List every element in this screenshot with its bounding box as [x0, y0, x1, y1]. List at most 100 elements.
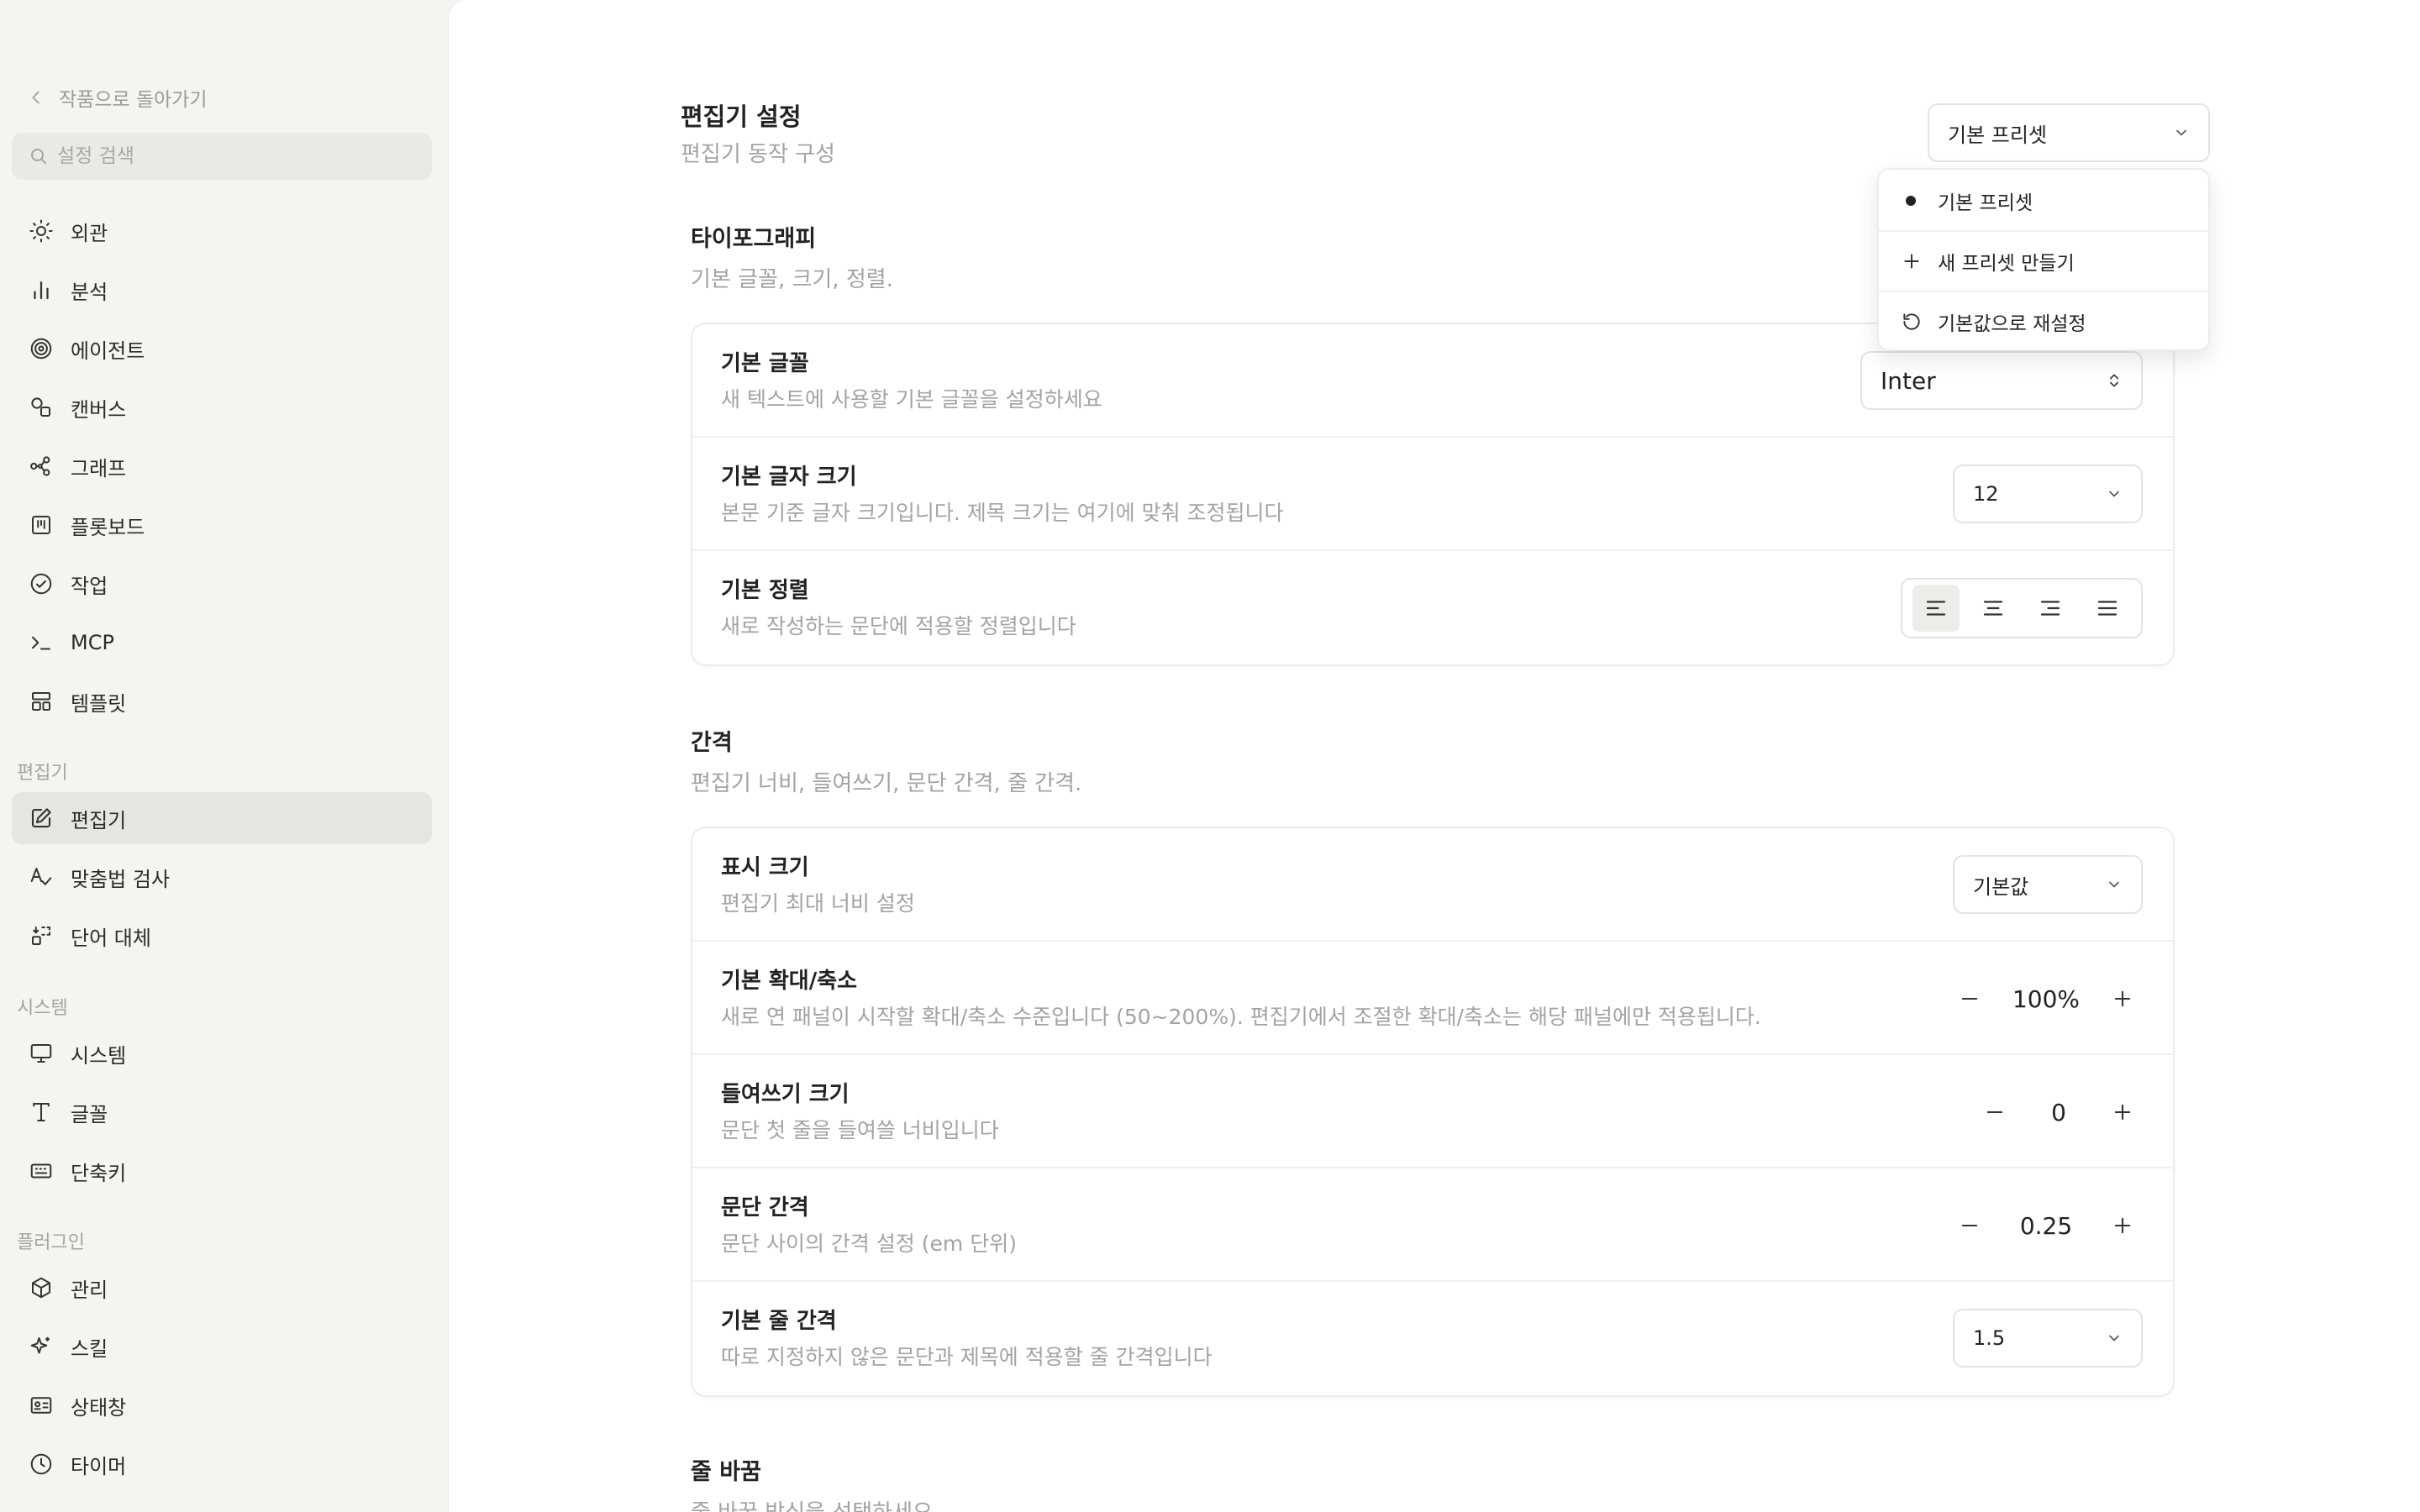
indent-increase-button[interactable] [2106, 1095, 2139, 1129]
search-input[interactable] [57, 145, 410, 167]
alignment-toggle-group [1901, 578, 2143, 638]
sidebar-item-mcp[interactable]: MCP [12, 617, 432, 669]
graph-icon [30, 456, 50, 476]
sidebar-item-label: 시스템 [71, 1043, 127, 1068]
sidebar-item-label: 캔버스 [71, 397, 127, 422]
paragraph-spacing-increase-button[interactable] [2106, 1209, 2139, 1242]
sidebar-item-label: 외관 [71, 221, 108, 245]
setting-row-line-spacing: 기본 줄 간격 따로 지정하지 않은 문단과 제목에 적용할 줄 간격입니다 1… [692, 1282, 2173, 1395]
sidebar-item-label: 그래프 [71, 456, 127, 480]
settings-window: 작품으로 돌아가기 외관 분석 에이전트 캔버스 그래프 플롯 [0, 0, 2420, 1512]
sidebar-item-editor[interactable]: 편집기 [12, 792, 432, 844]
sidebar-item-fonts[interactable]: 글꼴 [12, 1086, 432, 1138]
setting-row-font-size: 기본 글자 크기 본문 기준 글자 크기입니다. 제목 크기는 여기에 맞춰 조… [692, 438, 2173, 551]
line-spacing-select[interactable]: 1.5 [1953, 1309, 2143, 1368]
sidebar-item-spellcheck[interactable]: 맞춤법 검사 [12, 851, 432, 903]
sidebar-item-shortcuts[interactable]: 단축키 [12, 1145, 432, 1197]
sidebar-item-graph[interactable]: 그래프 [12, 440, 432, 492]
sidebar-item-agents[interactable]: 에이전트 [12, 323, 432, 375]
sidebar-item-label: 타이머 [71, 1454, 127, 1478]
paragraph-spacing-stepper: 0.25 [1953, 1202, 2139, 1249]
sidebar-item-canvas[interactable]: 캔버스 [12, 381, 432, 433]
sidebar-item-tasks[interactable]: 작업 [12, 558, 432, 610]
sidebar-item-appearance[interactable]: 외관 [12, 205, 432, 257]
zoom-decrease-button[interactable] [1953, 982, 1986, 1016]
sidebar-item-analytics[interactable]: 분석 [12, 264, 432, 316]
zoom-stepper: 100% [1953, 975, 2139, 1022]
align-left-button[interactable] [1912, 585, 1960, 632]
section-label-editor: 편집기 [17, 763, 68, 784]
setting-title: 표시 크기 [721, 855, 809, 880]
setting-description: 문단 사이의 간격 설정 (em 단위) [721, 1231, 1017, 1256]
page-subtitle: 편집기 동작 구성 [681, 142, 835, 167]
sidebar-item-statusbar[interactable]: 상태창 [12, 1379, 432, 1431]
clock-icon [30, 1453, 52, 1475]
align-left-icon [1926, 601, 1946, 616]
sidebar-item-timer[interactable]: 타이머 [12, 1438, 432, 1490]
search-icon [31, 149, 46, 164]
sidebar-item-system[interactable]: 시스템 [12, 1027, 432, 1079]
sidebar-item-templates[interactable]: 템플릿 [12, 675, 432, 727]
sidebar-item-skills[interactable]: 스킬 [12, 1320, 432, 1373]
setting-description: 새로 연 패널이 시작할 확대/축소 수준입니다 (50~200%). 편집기에… [721, 1005, 1761, 1029]
menu-item-reset-defaults[interactable]: 기본값으로 재설정 [1879, 292, 2208, 351]
board-icon [32, 516, 50, 534]
zoom-increase-button[interactable] [2106, 982, 2139, 1016]
align-center-button[interactable] [1970, 585, 2017, 632]
template-icon [32, 692, 50, 711]
minus-icon [1961, 997, 1978, 1000]
paragraph-spacing-decrease-button[interactable] [1953, 1209, 1986, 1242]
sidebar-item-label: 단축키 [71, 1161, 127, 1185]
package-icon [32, 1277, 50, 1299]
monitor-icon [30, 1044, 52, 1063]
sidebar-item-manage[interactable]: 관리 [12, 1262, 432, 1314]
preset-select[interactable]: 기본 프리셋 [1928, 103, 2210, 162]
setting-description: 문단 첫 줄을 들여쓸 너비입니다 [721, 1118, 999, 1142]
settings-main-panel: 편집기 설정 편집기 동작 구성 타이포그래피 기본 글꼴, 크기, 정렬. 기… [449, 0, 2420, 1512]
font-size-select[interactable]: 12 [1953, 465, 2143, 523]
page-title: 편집기 설정 [681, 102, 802, 131]
align-right-button[interactable] [2027, 585, 2074, 632]
setting-row-indent: 들여쓰기 크기 문단 첫 줄을 들여쓸 너비입니다 0 [692, 1055, 2173, 1168]
edit-icon [31, 808, 51, 828]
shapes-icon [31, 397, 50, 417]
line-spacing-value: 1.5 [1973, 1326, 2006, 1350]
type-icon [33, 1103, 50, 1121]
setting-description: 편집기 최대 너비 설정 [721, 891, 915, 916]
menu-item-label: 기본값으로 재설정 [1938, 313, 2086, 335]
sidebar-item-label: 작업 [71, 574, 108, 598]
sidebar: 작품으로 돌아가기 외관 분석 에이전트 캔버스 그래프 플롯 [0, 0, 449, 1512]
menu-item-label: 기본 프리셋 [1938, 192, 2033, 214]
sidebar-item-label: 상태창 [71, 1395, 127, 1420]
plus-icon [2114, 1217, 2131, 1234]
menu-item-default-preset[interactable]: 기본 프리셋 [1879, 171, 2208, 230]
setting-description: 본문 기준 글자 크기입니다. 제목 크기는 여기에 맞춰 조정됩니다 [721, 501, 1284, 525]
menu-item-label: 새 프리셋 만들기 [1938, 253, 2075, 275]
align-justify-icon [2097, 601, 2118, 616]
setting-row-paragraph-spacing: 문단 간격 문단 사이의 간격 설정 (em 단위) 0.25 [692, 1168, 2173, 1282]
setting-description: 따로 지정하지 않은 문단과 제목에 적용할 줄 간격입니다 [721, 1345, 1213, 1369]
sidebar-item-word-replace[interactable]: 단어 대체 [12, 910, 432, 962]
chevron-down-icon [2176, 129, 2186, 136]
back-link-label: 작품으로 돌아가기 [59, 89, 208, 111]
replace-icon [32, 927, 50, 945]
sidebar-item-label: 글꼴 [71, 1102, 108, 1126]
paragraph-spacing-value: 0.25 [2019, 1211, 2073, 1240]
bar-chart-icon [34, 281, 49, 300]
spacing-section-subtitle: 편집기 너비, 들여쓰기, 문단 간격, 줄 간격. [691, 771, 1082, 796]
typography-section-subtitle: 기본 글꼴, 크기, 정렬. [691, 267, 893, 292]
sidebar-item-plotboard[interactable]: 플롯보드 [12, 499, 432, 551]
setting-description: 새로 작성하는 문단에 적용할 정렬입니다 [721, 614, 1076, 638]
indent-decrease-button[interactable] [1978, 1095, 2012, 1129]
menu-item-new-preset[interactable]: 새 프리셋 만들기 [1879, 232, 2208, 291]
plus-icon [1904, 254, 1919, 269]
plus-icon [2114, 1104, 2131, 1121]
align-justify-button[interactable] [2084, 585, 2131, 632]
back-to-works-link[interactable]: 작품으로 돌아가기 [27, 84, 208, 111]
font-select[interactable]: Inter [1860, 351, 2143, 410]
sun-icon [29, 219, 53, 243]
display-size-select[interactable]: 기본값 [1953, 855, 2143, 914]
sidebar-item-label: 편집기 [71, 808, 127, 832]
bullet-icon [1906, 196, 1916, 206]
settings-search[interactable] [12, 133, 432, 180]
